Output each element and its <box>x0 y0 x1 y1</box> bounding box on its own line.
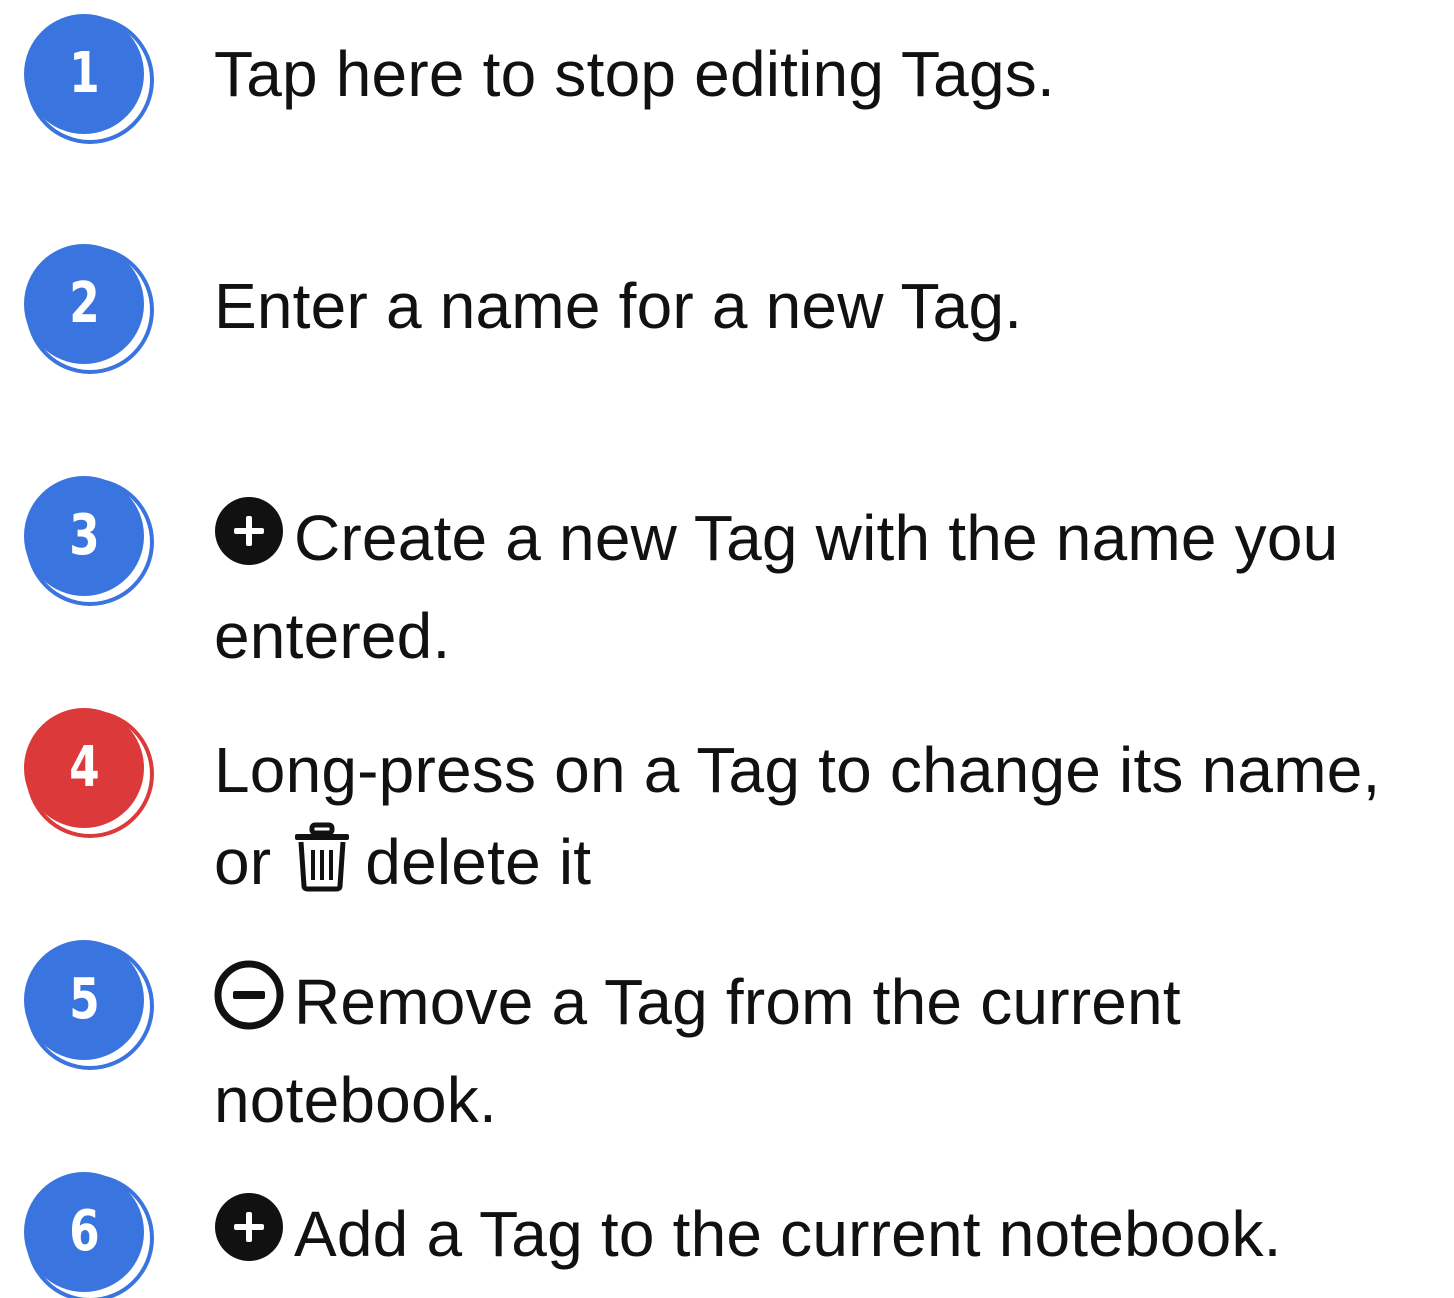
plus-circle-filled-icon <box>214 1192 284 1286</box>
step-text: Remove a Tag from the current notebook. <box>214 956 1444 1146</box>
plus-circle-filled-icon <box>214 496 284 590</box>
step-number-badge: 1 <box>24 14 150 140</box>
step-number: 4 <box>68 735 100 800</box>
trash-icon <box>293 822 351 916</box>
step-text: Add a Tag to the current notebook. <box>214 1188 1444 1286</box>
step-number: 3 <box>68 503 100 568</box>
step-number-badge: 2 <box>24 244 150 370</box>
step-text: Long-press on a Tag to change its name, … <box>214 724 1444 916</box>
step-number: 1 <box>68 41 100 106</box>
step-text: Tap here to stop editing Tags. <box>214 38 1055 110</box>
step-number-badge: 5 <box>24 940 150 1066</box>
step-number-badge: 3 <box>24 476 150 602</box>
step-number: 5 <box>68 967 100 1032</box>
step-text: Enter a name for a new Tag. <box>214 270 1023 342</box>
step-number: 6 <box>68 1199 100 1264</box>
step-text: Create a new Tag with the name you enter… <box>214 492 1444 682</box>
step-number: 2 <box>68 271 100 336</box>
step-number-badge: 4 <box>24 708 150 834</box>
minus-circle-outline-icon <box>214 960 284 1054</box>
step-number-badge: 6 <box>24 1172 150 1298</box>
